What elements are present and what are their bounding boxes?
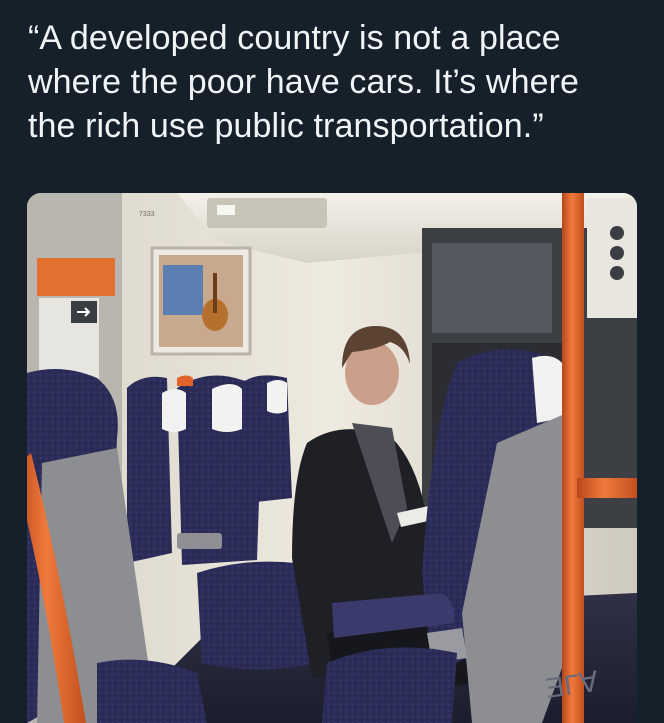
grab-bar-right — [577, 478, 637, 498]
door-panel-orange — [37, 258, 115, 296]
headrest-cover — [532, 355, 562, 423]
train-photo: ƎГ∀ 7333 — [27, 193, 637, 723]
meme-post: “A developed country is not a place wher… — [0, 0, 664, 723]
seat-cushion-front — [322, 647, 457, 723]
quote-line-2: where the poor have cars. It’s where — [28, 63, 580, 101]
armrest — [177, 533, 222, 549]
ceiling-light — [217, 205, 235, 215]
headrest-cover — [267, 380, 287, 414]
quote-line-3: the rich use public transportation.” — [28, 107, 544, 145]
carriage-number: 7333 — [139, 211, 155, 218]
grab-pole-right — [562, 193, 584, 723]
headrest-cover — [162, 389, 186, 432]
headrest-cover — [212, 384, 242, 432]
quote-text: “A developed country is not a place wher… — [28, 16, 648, 148]
quote-line-1: “A developed country is not a place — [28, 19, 561, 57]
